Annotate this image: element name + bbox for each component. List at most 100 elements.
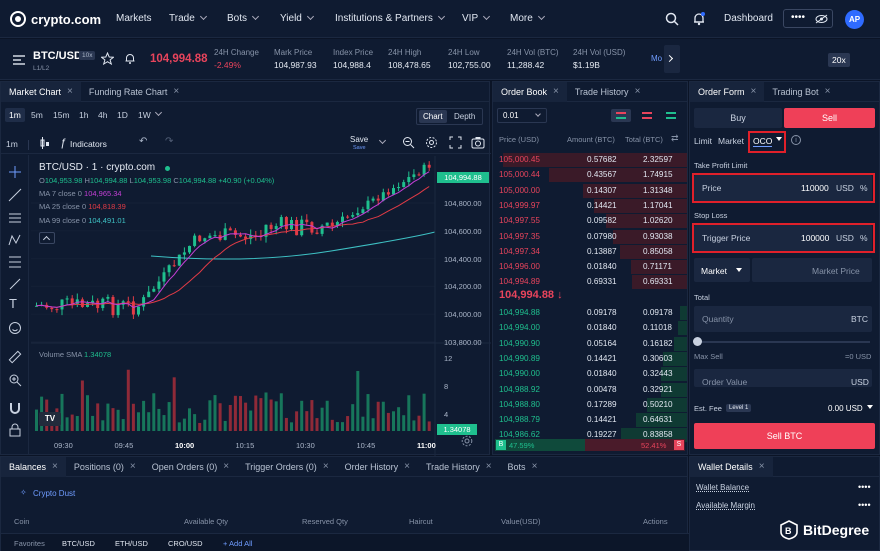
favorite-cro[interactable]: CRO/USD [168, 539, 203, 548]
close-icon[interactable]: × [825, 86, 831, 97]
amount-slider[interactable] [698, 341, 870, 343]
gear-icon[interactable] [425, 136, 438, 149]
close-icon[interactable]: × [323, 461, 329, 472]
sell-tab-button[interactable]: Sell [784, 108, 875, 128]
camera-icon[interactable] [471, 136, 485, 149]
tab-wallet-details[interactable]: Wallet Details × [690, 456, 773, 477]
bid-row[interactable]: 104,990.90 0.05164 0.16182 [493, 336, 689, 352]
market-price-field[interactable]: Market Price [752, 258, 872, 282]
tab-trade-history[interactable]: Trade History × [418, 457, 500, 477]
crypto-dust-link[interactable]: Crypto Dust [33, 489, 75, 498]
buy-tab-button[interactable]: Buy [694, 108, 782, 128]
pattern-icon[interactable] [8, 233, 22, 247]
bid-row[interactable]: 104,994.00 0.01840 0.11018 [493, 321, 689, 336]
search-icon[interactable] [665, 12, 679, 26]
close-icon[interactable]: × [67, 86, 73, 97]
alert-bell-icon[interactable] [124, 52, 136, 65]
quantity-input[interactable]: Quantity BTC [694, 306, 872, 332]
close-icon[interactable]: × [486, 461, 492, 472]
brush-icon[interactable] [8, 277, 22, 291]
nav-vip[interactable]: VIP [462, 12, 491, 24]
lock-icon[interactable] [8, 423, 22, 437]
zoom-icon[interactable] [402, 136, 415, 149]
ask-row[interactable]: 104,999.97 0.14421 1.17041 [493, 198, 689, 214]
star-icon[interactable] [101, 52, 114, 65]
avatar[interactable]: AP [845, 10, 864, 29]
tab-trigger-orders[interactable]: Trigger Orders (0) × [237, 457, 337, 477]
save-button[interactable]: Save [350, 135, 368, 144]
tab-bots[interactable]: Bots × [500, 457, 546, 477]
tab-order-form[interactable]: Order Form × [690, 81, 765, 102]
tab-market-chart[interactable]: Market Chart × [1, 81, 81, 102]
swap-icon[interactable]: ⇄ [671, 133, 679, 144]
horizontal-lines-icon[interactable] [8, 211, 22, 225]
bid-row[interactable]: 104,988.92 0.00478 0.32921 [493, 382, 689, 398]
interval-15m[interactable]: 15m [53, 110, 70, 120]
collapse-legend-button[interactable] [39, 232, 55, 244]
bid-row[interactable]: 104,988.80 0.17289 0.50210 [493, 397, 689, 413]
ask-row[interactable]: 105,000.44 0.43567 1.74915 [493, 168, 689, 183]
market-select[interactable]: Market [694, 258, 750, 282]
interval-select[interactable]: 1m [6, 139, 18, 149]
interval-1w[interactable]: 1W [138, 110, 151, 120]
ticker-scroll-right[interactable] [664, 45, 680, 73]
fullscreen-icon[interactable] [449, 136, 462, 149]
tab-positions[interactable]: Positions (0) × [66, 457, 144, 477]
nav-yield[interactable]: Yield [280, 12, 314, 24]
slider-handle[interactable] [693, 337, 702, 346]
ask-row[interactable]: 104,996.00 0.01840 0.71171 [493, 260, 689, 275]
tab-trading-bot[interactable]: Trading Bot × [764, 82, 838, 102]
tab-funding-rate-chart[interactable]: Funding Rate Chart × [81, 82, 187, 102]
balance-mask-toggle[interactable]: •••• [783, 9, 833, 28]
dashboard-link[interactable]: Dashboard [724, 13, 773, 24]
view-bids-button[interactable] [661, 109, 681, 122]
interval-5m[interactable]: 5m [31, 110, 43, 120]
bid-row[interactable]: 104,990.00 0.01840 0.32443 [493, 367, 689, 382]
emoji-icon[interactable] [8, 321, 22, 335]
type-limit[interactable]: Limit [694, 136, 712, 146]
view-asks-button[interactable] [637, 109, 657, 122]
redo-icon[interactable]: ↷ [165, 136, 173, 147]
ask-row[interactable]: 104,997.34 0.13887 0.85058 [493, 244, 689, 260]
close-icon[interactable]: × [404, 461, 410, 472]
more-stats[interactable]: Mo [651, 54, 662, 63]
ruler-icon[interactable] [8, 350, 22, 364]
close-icon[interactable]: × [751, 86, 757, 97]
crypto-dust-icon[interactable]: ✧ [20, 488, 27, 497]
depth-view-button[interactable]: Depth [454, 112, 475, 121]
magnet-icon[interactable] [8, 401, 22, 415]
close-icon[interactable]: × [52, 461, 58, 472]
bell-icon[interactable] [692, 11, 706, 26]
crosshair-icon[interactable] [8, 165, 22, 179]
tab-balances[interactable]: Balances × [1, 456, 66, 477]
tab-order-history[interactable]: Order History × [337, 457, 418, 477]
candles-icon[interactable] [39, 137, 51, 149]
bid-row[interactable]: 104,988.79 0.14421 0.64631 [493, 413, 689, 428]
favorite-btc[interactable]: BTC/USD [62, 539, 95, 548]
nav-more[interactable]: More [510, 12, 545, 24]
trend-line-icon[interactable] [8, 188, 22, 202]
ask-row[interactable]: 104,997.55 0.09582 1.02620 [493, 214, 689, 229]
close-icon[interactable]: × [553, 86, 559, 97]
tab-trade-history[interactable]: Trade History × [567, 82, 649, 102]
chart-view-button[interactable]: Chart [419, 110, 447, 123]
add-all-favorites[interactable]: + Add All [223, 539, 252, 548]
close-icon[interactable]: × [130, 461, 136, 472]
chevron-down-icon[interactable] [378, 136, 387, 145]
sell-btc-button[interactable]: Sell BTC [694, 423, 875, 449]
nav-trade[interactable]: Trade [169, 12, 207, 24]
close-icon[interactable]: × [635, 86, 641, 97]
info-icon[interactable]: i [791, 135, 801, 145]
view-both-button[interactable] [611, 109, 631, 122]
caret-down-icon[interactable] [867, 405, 873, 409]
interval-1h[interactable]: 1h [79, 110, 88, 120]
interval-1m[interactable]: 1m [5, 108, 25, 122]
type-market[interactable]: Market [718, 136, 744, 146]
bid-row[interactable]: 104,990.89 0.14421 0.30603 [493, 351, 689, 367]
undo-icon[interactable]: ↶ [139, 136, 147, 147]
tab-open-orders[interactable]: Open Orders (0) × [144, 457, 237, 477]
text-tool-icon[interactable]: T [9, 296, 17, 311]
ask-row[interactable]: 105,000.00 0.14307 1.31348 [493, 183, 689, 199]
close-icon[interactable]: × [173, 86, 179, 97]
bid-row[interactable]: 104,994.88 0.09178 0.09178 [493, 306, 689, 321]
